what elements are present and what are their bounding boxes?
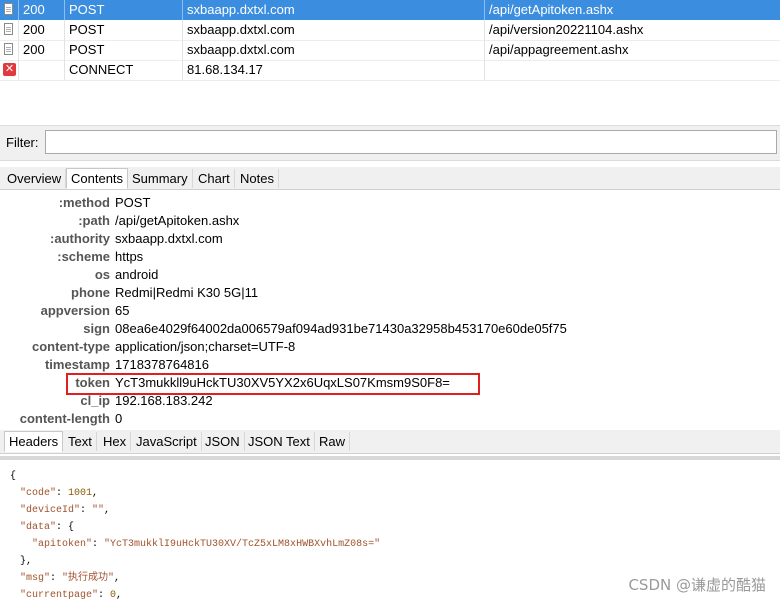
session-host: sxbaapp.dxtxl.com [182,40,484,60]
json-line: "data": { [20,522,75,533]
header-value: 08ea6e4029f64002da006579af094ad931be7143… [115,321,567,336]
session-url: /api/getApitoken.ashx [484,0,780,20]
session-row[interactable]: 200 POST sxbaapp.dxtxl.com /api/appagree… [0,40,780,61]
header-value: YcT3mukkll9uHckTU30XV5YX2x6UqxLS07Kmsm9S… [115,375,450,390]
document-icon [4,3,13,15]
request-headers-list: :method POST :path /api/getApitoken.ashx… [0,191,780,429]
tab-overview[interactable]: Overview [3,169,67,188]
session-row[interactable]: ✕ CONNECT 81.68.134.17 [0,60,780,81]
header-name: timestamp [44,357,110,372]
header-row[interactable]: :authority sxbaapp.dxtxl.com [0,230,780,248]
session-protocol: POST [64,40,182,60]
session-protocol: CONNECT [64,60,182,80]
session-row[interactable]: 200 POST sxbaapp.dxtxl.com /api/version2… [0,20,780,41]
header-row[interactable]: :method POST [0,194,780,212]
tab-headers[interactable]: Headers [4,431,64,452]
filter-label: Filter: [6,135,39,150]
header-value: sxbaapp.dxtxl.com [115,231,223,246]
tab-contents[interactable]: Contents [66,168,129,189]
header-row[interactable]: os android [0,266,780,284]
tab-json-text[interactable]: JSON Text [244,432,315,451]
header-name: appversion [40,303,110,318]
session-result: 200 [18,0,64,20]
json-line: }, [20,556,33,567]
header-row[interactable]: content-length 0 [0,410,780,428]
header-row[interactable]: token YcT3mukkll9uHckTU30XV5YX2x6UqxLS07… [0,374,780,392]
header-value: android [115,267,159,282]
tab-notes[interactable]: Notes [236,169,279,188]
session-host: sxbaapp.dxtxl.com [182,20,484,40]
header-name: :method [58,195,110,210]
header-name: sign [83,321,110,336]
session-url: /api/appagreement.ashx [484,40,780,60]
header-row[interactable]: phone Redmi|Redmi K30 5G|11 [0,284,780,302]
header-row[interactable]: :path /api/getApitoken.ashx [0,212,780,230]
session-protocol: POST [64,20,182,40]
document-icon [4,23,13,35]
header-value: Redmi|Redmi K30 5G|11 [115,285,259,300]
session-url: /api/version20221104.ashx [484,20,780,40]
header-value: POST [115,195,151,210]
tab-summary[interactable]: Summary [128,169,193,188]
header-name: cl_ip [80,393,110,408]
header-name: token [75,375,110,390]
session-result: 200 [18,20,64,40]
header-name: :path [78,213,110,228]
header-row[interactable]: content-type application/json;charset=UT… [0,338,780,356]
response-body[interactable]: { "code": 1001, "deviceId": "", "data": … [0,460,780,605]
header-name: content-type [32,339,110,354]
json-line: { [10,471,17,482]
json-line: "deviceId": "", [20,505,111,516]
header-name: :scheme [57,249,110,264]
header-value: https [115,249,144,264]
header-row[interactable]: :scheme https [0,248,780,266]
error-icon: ✕ [3,63,16,76]
header-row[interactable]: appversion 65 [0,302,780,320]
json-line: "apitoken": "YcT3mukklI9uHckTU30XV/TcZ5x… [32,539,381,550]
tab-chart[interactable]: Chart [194,169,235,188]
header-row[interactable]: cl_ip 192.168.183.242 [0,392,780,410]
tab-javascript[interactable]: JavaScript [132,432,202,451]
header-value: 0 [115,411,123,426]
session-url [484,60,780,80]
header-row[interactable]: sign 08ea6e4029f64002da006579af094ad931b… [0,320,780,338]
header-value: /api/getApitoken.ashx [115,213,240,228]
request-tab-bar: Overview Contents Summary Chart Notes [0,167,780,190]
header-name: phone [71,285,110,300]
tab-text[interactable]: Text [64,432,97,451]
json-line: "msg": "执行成功", [20,573,121,584]
session-result: 200 [18,40,64,60]
header-value: 192.168.183.242 [115,393,213,408]
tab-json[interactable]: JSON [201,432,245,451]
header-value: application/json;charset=UTF-8 [115,339,296,354]
json-line: "code": 1001, [20,488,99,499]
filter-input[interactable] [45,130,777,154]
tab-hex[interactable]: Hex [99,432,132,451]
header-value: 1718378764816 [115,357,209,372]
session-host: sxbaapp.dxtxl.com [182,0,484,20]
header-name: os [94,267,110,282]
session-host: 81.68.134.17 [182,60,484,80]
header-value: 65 [115,303,130,318]
header-name: :authority [50,231,110,246]
watermark: CSDN @谦虚的酷猫 [628,576,766,594]
session-list: 200 POST sxbaapp.dxtxl.com /api/getApito… [0,0,780,122]
response-tab-bar: Headers Text Hex JavaScript JSON JSON Te… [0,430,780,454]
header-name: content-length [19,411,110,426]
filter-bar: Filter: [0,125,780,161]
document-icon [4,43,13,55]
session-result [18,60,64,80]
json-line: "currentpage": 0, [20,590,123,601]
session-protocol: POST [64,0,182,20]
header-row[interactable]: timestamp 1718378764816 [0,356,780,374]
tab-raw[interactable]: Raw [315,432,351,451]
session-row[interactable]: 200 POST sxbaapp.dxtxl.com /api/getApito… [0,0,780,20]
